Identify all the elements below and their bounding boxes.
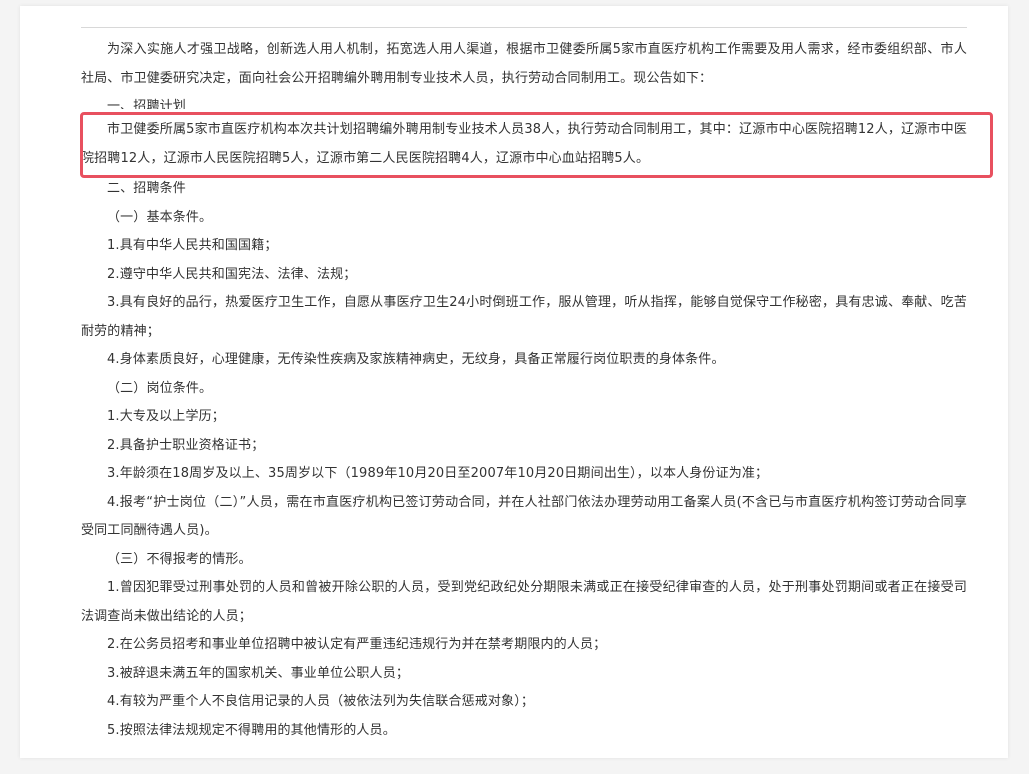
highlighted-paragraph: 市卫健委所属5家市直医疗机构本次共计划招聘编外聘用制专业技术人员38人，执行劳动… — [81, 122, 967, 166]
list-item: 2.在公务员招考和事业单位招聘中被认定有严重违纪违规行为并在禁考期限内的人员； — [107, 637, 607, 652]
list-item: 2.遵守中华人民共和国宪法、法律、法规； — [107, 266, 357, 282]
section-heading-recruitment-plan: 一、招聘计划 — [107, 99, 186, 109]
list-item: 1.具有中华人民共和国国籍； — [107, 238, 278, 253]
list-item: 3.年龄须在18周岁及以上、35周岁以下（1989年10月20日至2007年10… — [107, 466, 769, 481]
announcement-article: 为深入实施人才强卫战略，创新选人用人机制，拓宽选人用人渠道，根据市卫健委所属5家… — [81, 36, 967, 745]
list-item: 3.具有良好的品行，热爱医疗卫生工作，自愿从事医疗卫生24小时倒班工作，服从管理… — [81, 295, 967, 339]
list-item: 4.报考“护士岗位（二）”人员，需在市直医疗机构已签订劳动合同，并在人社部门依法… — [81, 494, 967, 539]
intro-paragraph: 为深入实施人才强卫战略，创新选人用人机制，拓宽选人用人渠道，根据市卫健委所属5家… — [81, 42, 967, 86]
divider — [81, 27, 967, 28]
list-item: 2.具备护士职业资格证书； — [107, 437, 265, 453]
list-item: 4.身体素质良好，心理健康，无传染性疾病及家族精神病史，无纹身，具备正常履行岗位… — [107, 352, 725, 367]
section-heading-conditions: 二、招聘条件 — [107, 181, 186, 196]
list-item: 3.被辞退未满五年的国家机关、事业单位公职人员； — [107, 665, 410, 681]
list-item: 1.曾因犯罪受过刑事处罚的人员和曾被开除公职的人员，受到党纪政纪处分期限未满或正… — [81, 580, 967, 624]
subheading-exclusions: （三）不得报考的情形。 — [107, 551, 252, 567]
list-item: 1.大专及以上学历； — [107, 409, 225, 424]
list-item: 5.按照法律法规规定不得聘用的其他情形的人员。 — [107, 722, 396, 738]
list-item: 4.有较为严重个人不良信用记录的人员（被依法列为失信联合惩戒对象）； — [107, 694, 535, 709]
subheading-position-conditions: （二）岗位条件。 — [107, 380, 213, 396]
subheading-basic-conditions: （一）基本条件。 — [107, 209, 213, 225]
